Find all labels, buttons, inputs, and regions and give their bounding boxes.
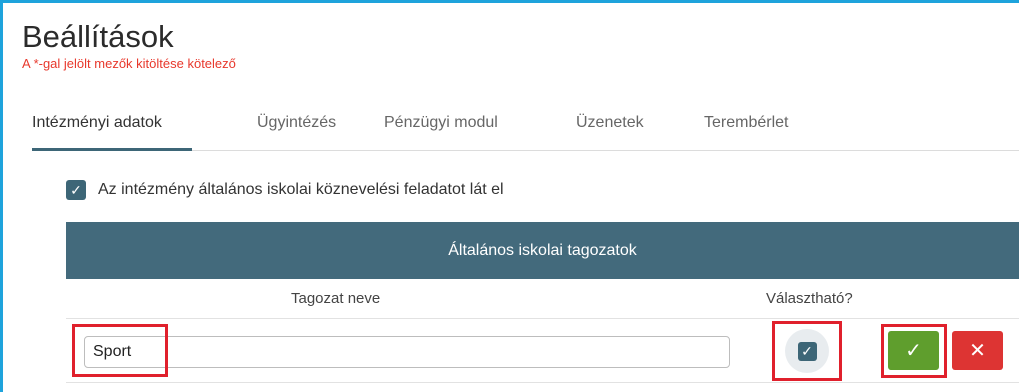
page-title: Beállítások xyxy=(22,19,174,54)
general-school-checkbox-row: ✓ Az intézmény általános iskolai közneve… xyxy=(66,180,504,200)
check-icon: ✓ xyxy=(801,342,813,359)
close-icon: ✕ xyxy=(969,340,986,362)
save-row-button[interactable]: ✓ xyxy=(888,331,939,370)
general-school-checkbox-label: Az intézmény általános iskolai köznevelé… xyxy=(98,181,504,198)
tab-label: Intézményi adatok xyxy=(32,114,162,131)
general-school-checkbox[interactable]: ✓ xyxy=(66,180,86,200)
tab-label: Ügyintézés xyxy=(257,114,337,131)
tab-ugyintezes[interactable]: Ügyintézés xyxy=(257,104,336,148)
cancel-row-button[interactable]: ✕ xyxy=(952,331,1003,370)
check-icon: ✓ xyxy=(70,181,82,198)
selectable-checkbox[interactable]: ✓ xyxy=(797,341,817,361)
tab-label: Terembérlet xyxy=(704,114,789,131)
tab-label: Üzenetek xyxy=(576,114,644,131)
tab-intezmenyi-adatok[interactable]: Intézményi adatok xyxy=(32,104,192,151)
tab-penzugyi-modul[interactable]: Pénzügyi modul xyxy=(384,104,498,148)
tab-label: Pénzügyi modul xyxy=(384,114,498,131)
tab-uzenetek[interactable]: Üzenetek xyxy=(576,104,644,148)
required-fields-note: A *-gal jelölt mezők kitöltése kötelező xyxy=(22,56,236,71)
row-divider xyxy=(66,318,1019,319)
check-icon: ✓ xyxy=(905,340,922,362)
tab-terembérlet[interactable]: Terembérlet xyxy=(704,104,788,148)
row-divider xyxy=(66,382,1019,383)
selectable-checkbox-wrapper: ✓ xyxy=(785,329,829,373)
tab-bar: Intézményi adatok Ügyintézés Pénzügyi mo… xyxy=(32,104,1019,151)
column-header-selectable: Választható? xyxy=(766,290,853,307)
division-name-input[interactable] xyxy=(84,336,730,368)
divisions-table-header: Általános iskolai tagozatok xyxy=(66,222,1019,279)
column-header-division-name: Tagozat neve xyxy=(291,290,381,307)
